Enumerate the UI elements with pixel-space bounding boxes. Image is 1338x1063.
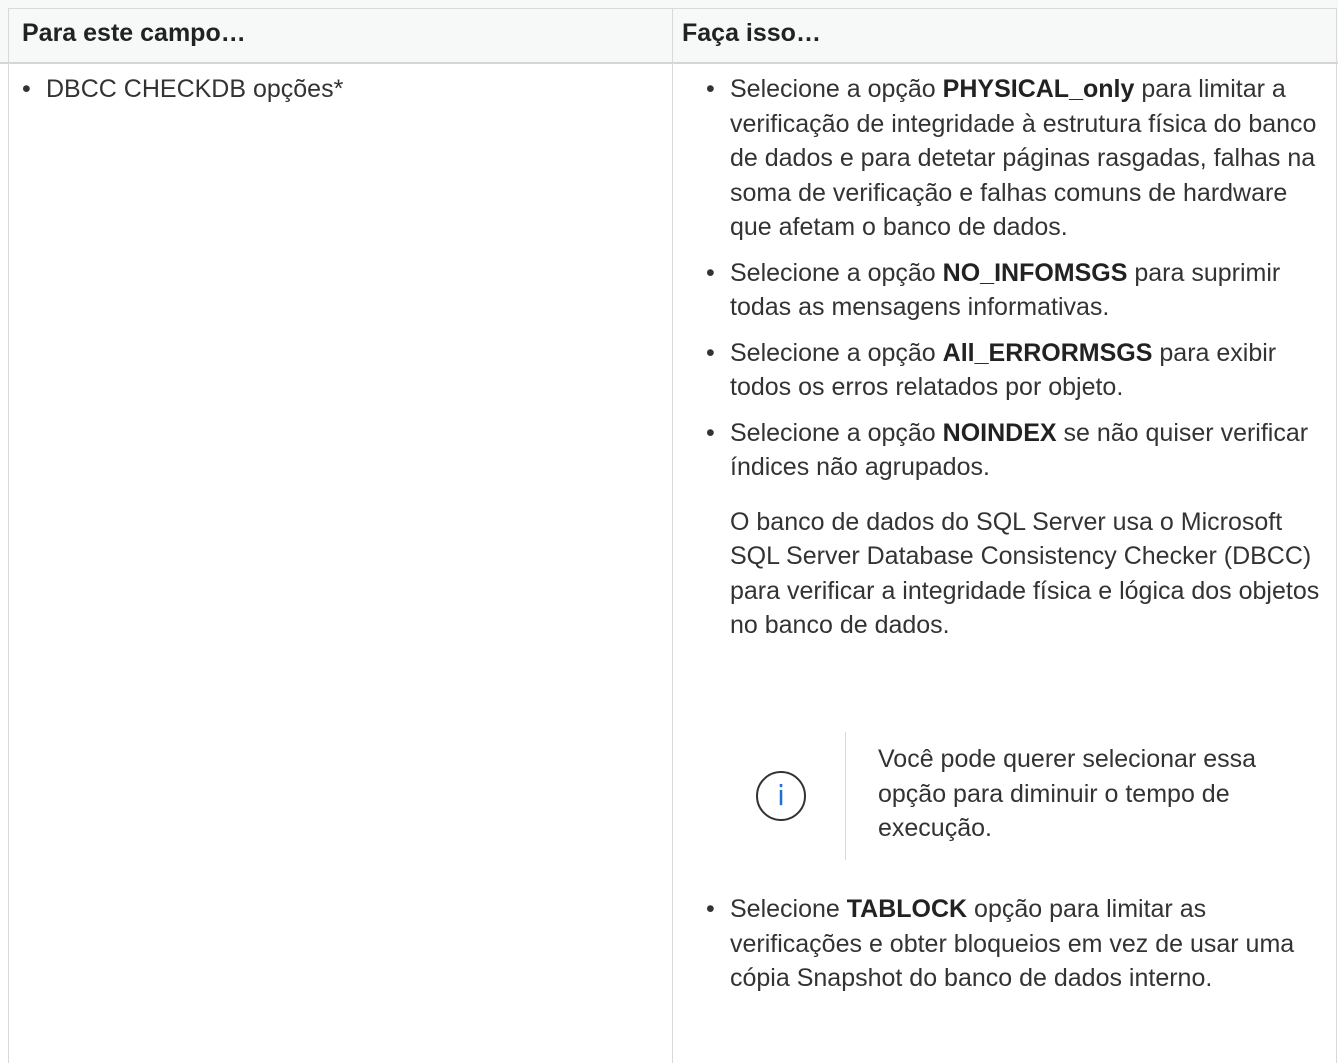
field-label: DBCC CHECKDB opções* xyxy=(46,75,344,103)
bullet: • xyxy=(706,895,715,923)
options-table: Para este campo… Faça isso… • DBCC CHECKD… xyxy=(0,0,1338,1063)
info-note: i Você pode querer selecionar essa opção… xyxy=(730,732,1310,860)
column-divider xyxy=(672,8,673,1063)
option-name: PHYSICAL_only xyxy=(942,75,1135,103)
description-paragraph: O banco de dados do SQL Server usa o Mic… xyxy=(730,507,1320,640)
option-name: All_ERRORMSGS xyxy=(942,338,1153,367)
option-name: NO_INFOMSGS xyxy=(942,258,1128,287)
note-divider xyxy=(845,732,846,860)
option-name: TABLOCK xyxy=(846,895,968,923)
list-item: • Selecione a opção PHYSICAL_only para l… xyxy=(704,72,1334,245)
options-list: • Selecione a opção PHYSICAL_only para l… xyxy=(704,72,1334,485)
list-item: • Selecione TABLOCK opção para limitar a… xyxy=(704,892,1334,996)
column-header-field: Para este campo… xyxy=(22,19,246,47)
list-item: • Selecione a opção NO_INFOMSGS para sup… xyxy=(704,256,1334,325)
list-item: • Selecione TABLOCK opção para limitar a… xyxy=(704,892,1334,1007)
info-icon: i xyxy=(756,771,806,821)
table-header: Para este campo… Faça isso… xyxy=(0,0,1338,64)
list-item: • Selecione a opção NOINDEX se não quise… xyxy=(704,416,1334,485)
table-border-top xyxy=(8,8,1337,9)
bullet: • xyxy=(22,75,31,103)
bullet: • xyxy=(706,75,715,103)
list-item: • Selecione a opção All_ERRORMSGS para e… xyxy=(704,336,1334,405)
action-cell: • Selecione a opção PHYSICAL_only para l… xyxy=(704,72,1334,643)
bullet: • xyxy=(706,338,715,367)
table-border-left xyxy=(8,8,9,1063)
bullet: • xyxy=(706,258,715,287)
bullet: • xyxy=(706,418,715,447)
field-name: • DBCC CHECKDB opções* xyxy=(22,72,343,107)
column-header-action: Faça isso… xyxy=(682,19,821,47)
table-border-right xyxy=(1336,8,1337,1063)
options-list-continued: • Selecione TABLOCK opção para limitar a… xyxy=(704,892,1334,996)
option-name: NOINDEX xyxy=(942,418,1057,447)
note-text: Você pode querer selecionar essa opção p… xyxy=(878,745,1257,842)
